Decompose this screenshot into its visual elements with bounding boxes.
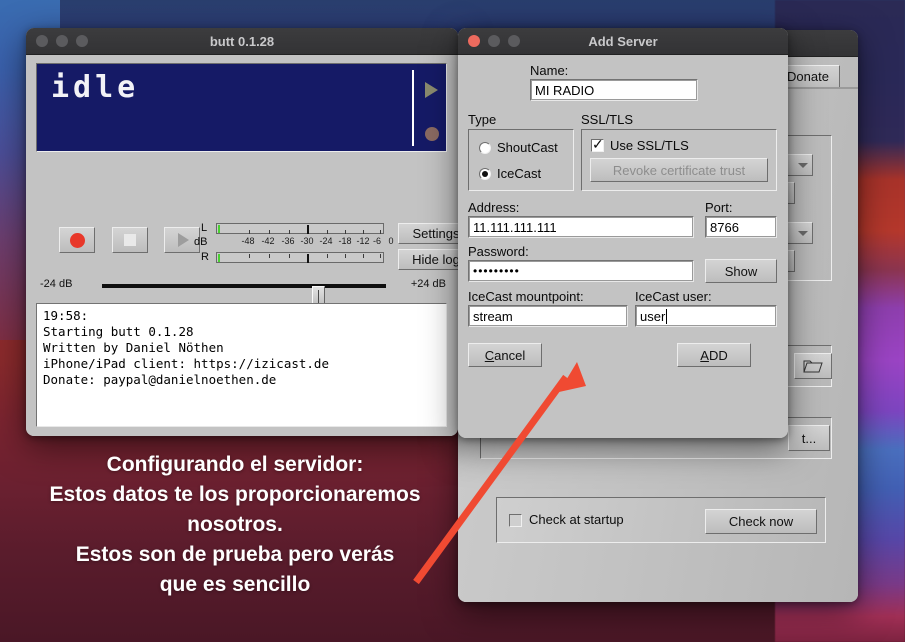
recording-indicator-icon: [425, 127, 439, 141]
close-icon[interactable]: [36, 35, 48, 47]
vu-scale: -48 -42 -36 -30 -24 -18 -12 -6 0: [216, 236, 384, 250]
ssl-label: SSL/TLS: [581, 112, 633, 127]
user-input[interactable]: user: [635, 305, 777, 327]
radio-icon-icecast: [479, 168, 491, 180]
password-label: Password:: [468, 244, 529, 259]
address-input[interactable]: 11.111.111.111: [468, 216, 694, 238]
mountpoint-label: IceCast mountpoint:: [468, 289, 584, 304]
address-label: Address:: [468, 200, 519, 215]
lcd-divider: [412, 70, 414, 146]
butt-main-window[interactable]: butt 0.1.28 idle L R dB: [26, 28, 458, 436]
butt-titlebar[interactable]: butt 0.1.28: [26, 28, 458, 55]
add-server-window-controls[interactable]: [458, 35, 520, 47]
use-ssl-checkbox-row[interactable]: Use SSL/TLS: [591, 138, 689, 153]
port-label: Port:: [705, 200, 732, 215]
vu-meter-left: [216, 223, 384, 234]
check-at-startup-checkbox[interactable]: [509, 514, 522, 527]
minimize-icon[interactable]: [488, 35, 500, 47]
folder-icon: [803, 359, 823, 374]
vu-meter-right: [216, 252, 384, 263]
ssl-group: Use SSL/TLS Revoke certificate trust: [581, 129, 777, 191]
radio-label-icecast: IceCast: [497, 166, 541, 181]
chevron-down-icon: [798, 231, 808, 236]
port-input[interactable]: 8766: [705, 216, 777, 238]
record-icon: [70, 233, 85, 248]
vu-left-label: L: [201, 222, 207, 234]
gain-slider-row[interactable]: -24 dB +24 dB: [26, 273, 458, 299]
log-output[interactable]: 19:58:Starting butt 0.1.28Written by Dan…: [36, 303, 447, 427]
hide-log-button[interactable]: Hide log: [398, 249, 458, 270]
log-line: 19:58:: [43, 308, 440, 324]
password-input[interactable]: •••••••••: [468, 260, 694, 282]
log-line: iPhone/iPad client: https://izicast.de: [43, 356, 440, 372]
user-input-value: user: [640, 309, 665, 324]
annotation-caption: Configurando el servidor:Estos datos te …: [20, 450, 450, 600]
minimize-icon[interactable]: [56, 35, 68, 47]
streaming-indicator-icon: [425, 82, 438, 98]
butt-content: idle L R dB: [26, 55, 458, 436]
cancel-rest: ancel: [494, 348, 525, 363]
text-caret: [666, 309, 667, 324]
add-accel: A: [700, 348, 709, 363]
settings-button[interactable]: Settings: [398, 223, 458, 244]
vu-unit-label: dB: [194, 236, 207, 248]
add-button[interactable]: ADD: [677, 343, 751, 367]
gain-max-label: +24 dB: [411, 278, 446, 290]
caption-line: Estos datos te los proporcionaremos: [20, 480, 450, 510]
log-line: Starting butt 0.1.28: [43, 324, 440, 340]
settings-browse-button[interactable]: t...: [788, 425, 830, 451]
add-server-content: Name: MI RADIO Type ShoutCast IceCast SS…: [458, 55, 788, 438]
vu-meter: -48 -42 -36 -30 -24 -18 -12 -6 0: [216, 223, 384, 263]
checkbox-icon-use-ssl[interactable]: [591, 139, 604, 152]
caption-line: que es sencillo: [20, 570, 450, 600]
name-label: Name:: [530, 63, 568, 78]
use-ssl-label: Use SSL/TLS: [610, 138, 689, 153]
add-server-titlebar[interactable]: Add Server: [458, 28, 788, 55]
radio-label-shoutcast: ShoutCast: [497, 140, 558, 155]
gain-min-label: -24 dB: [40, 278, 72, 290]
caption-line: Configurando el servidor:: [20, 450, 450, 480]
show-password-button[interactable]: Show: [705, 259, 777, 283]
check-at-startup-label: Check at startup: [529, 512, 624, 527]
chevron-down-icon: [798, 163, 808, 168]
vu-level-right: [218, 254, 220, 262]
stop-icon: [124, 234, 136, 246]
folder-icon-button[interactable]: [794, 353, 832, 379]
record-button[interactable]: [59, 227, 95, 253]
type-label: Type: [468, 112, 496, 127]
revoke-certificate-trust-button: Revoke certificate trust: [590, 158, 768, 182]
maximize-icon[interactable]: [76, 35, 88, 47]
play-icon: [178, 233, 189, 247]
log-line: Written by Daniel Nöthen: [43, 340, 440, 356]
status-text: idle: [51, 70, 139, 105]
log-line: Donate: paypal@danielnoethen.de: [43, 372, 440, 388]
butt-window-controls[interactable]: [26, 35, 88, 47]
mountpoint-input[interactable]: stream: [468, 305, 628, 327]
cancel-button[interactable]: Cancel: [468, 343, 542, 367]
stop-button[interactable]: [112, 227, 148, 253]
user-label: IceCast user:: [635, 289, 712, 304]
add-rest: DD: [709, 348, 728, 363]
caption-line: Estos son de prueba pero verás: [20, 540, 450, 570]
maximize-icon[interactable]: [508, 35, 520, 47]
close-icon[interactable]: [468, 35, 480, 47]
settings-update-group: Check at startup Check now: [496, 497, 826, 543]
radio-icon-shoutcast: [479, 142, 491, 154]
check-now-button[interactable]: Check now: [705, 509, 817, 534]
cancel-accel: C: [485, 348, 494, 363]
butt-window-title: butt 0.1.28: [26, 34, 458, 49]
status-display: idle: [36, 63, 447, 152]
add-server-dialog[interactable]: Add Server Name: MI RADIO Type ShoutCast…: [458, 28, 788, 438]
radio-icecast[interactable]: IceCast: [479, 166, 541, 181]
vu-right-label: R: [201, 251, 209, 263]
radio-shoutcast[interactable]: ShoutCast: [479, 140, 558, 155]
gain-slider-track[interactable]: [102, 284, 386, 288]
name-input[interactable]: MI RADIO: [530, 79, 698, 101]
caption-line: nosotros.: [20, 510, 450, 540]
type-group: ShoutCast IceCast: [468, 129, 574, 191]
vu-level-left: [218, 225, 220, 233]
